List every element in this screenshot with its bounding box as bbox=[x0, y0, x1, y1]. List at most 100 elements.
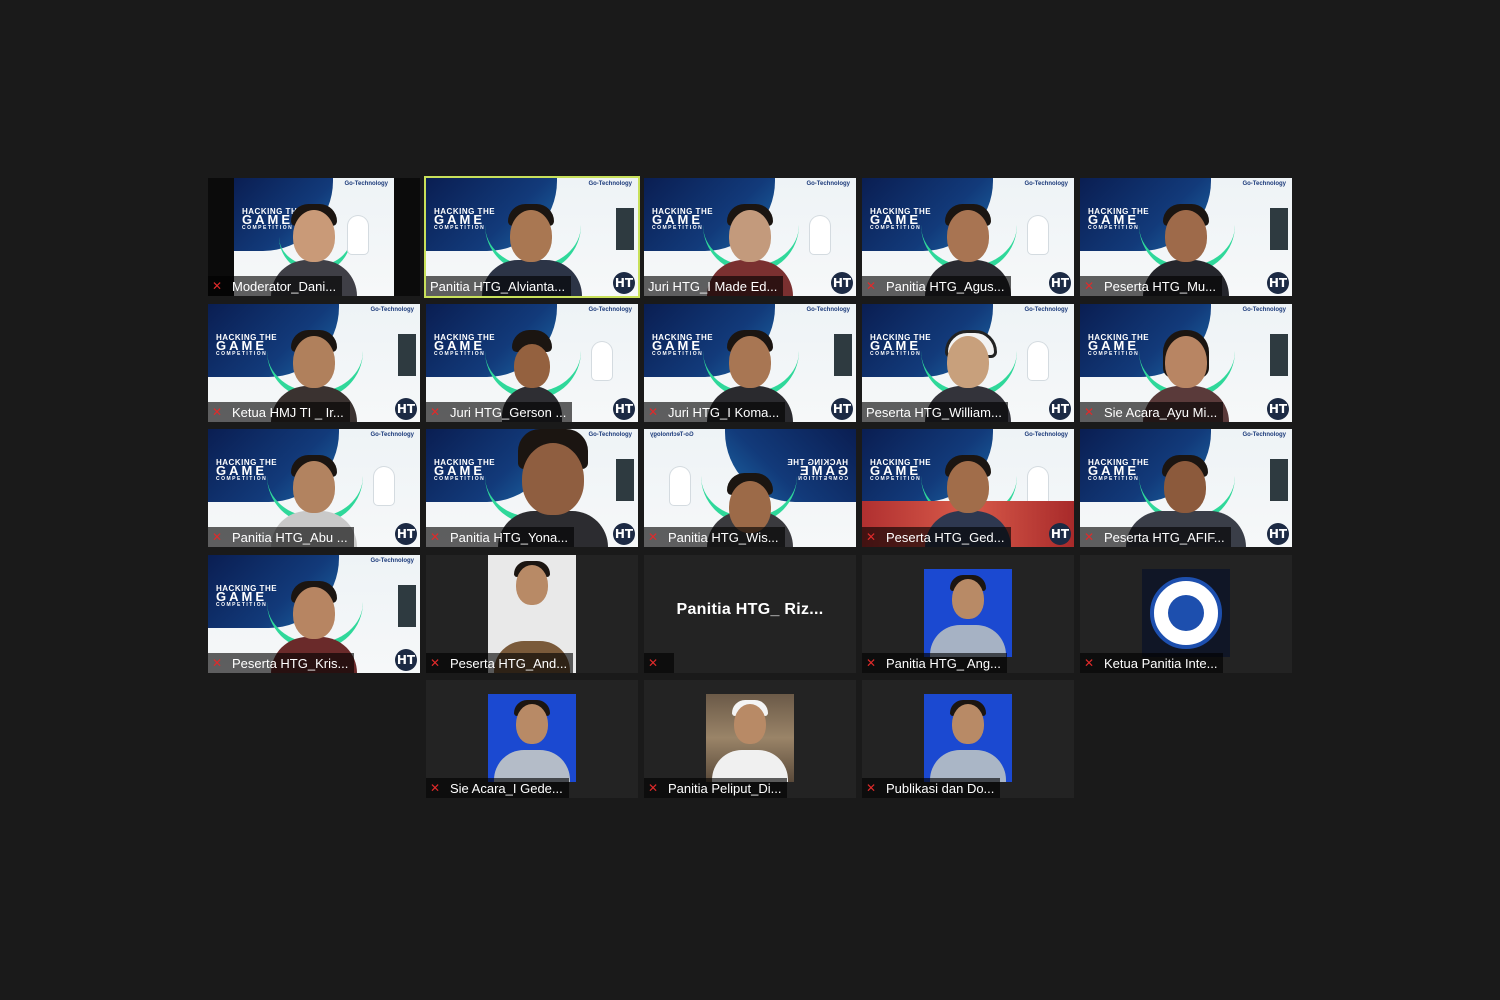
brand-text: Go-Technology bbox=[1024, 432, 1068, 438]
robot-graphic bbox=[670, 467, 690, 505]
participant-name: Publikasi dan Do... bbox=[886, 780, 995, 796]
event-logo: HACKING THE GAME COMPETITION bbox=[870, 334, 931, 358]
video-tile[interactable]: Go-Technology HACKING THE GAME COMPETITI… bbox=[1080, 304, 1292, 422]
ht-logo-icon: HT bbox=[395, 523, 417, 545]
participant-name: Peserta HTG_AFIF... bbox=[1104, 529, 1225, 545]
video-tile[interactable]: Go-Technology HACKING THE GAME COMPETITI… bbox=[426, 429, 638, 547]
brand-text: Go-Technology bbox=[588, 181, 632, 187]
logo-line: GAME bbox=[216, 463, 267, 478]
microphone-muted-icon: ✕ bbox=[866, 530, 877, 544]
video-tile[interactable]: Go-Technology HACKING THE GAME COMPETITI… bbox=[862, 429, 1074, 547]
name-label: ✕ Sie Acara_I Gede... bbox=[426, 778, 569, 798]
name-label: ✕ Peserta HTG_Mu... bbox=[1080, 276, 1222, 296]
participant-name-center: Panitia HTG_ Riz... bbox=[676, 601, 824, 618]
event-logo: HACKING THE GAME COMPETITION bbox=[434, 459, 495, 483]
logo-line: COMPETITION bbox=[1088, 351, 1140, 357]
video-tile[interactable]: Go-Technology HACKING THE GAME COMPETITI… bbox=[208, 429, 420, 547]
microphone-muted-icon: ✕ bbox=[212, 530, 223, 544]
name-label: ✕ Panitia HTG_Wis... bbox=[644, 527, 785, 547]
video-tile[interactable]: ✕ Publikasi dan Do... bbox=[862, 680, 1074, 798]
video-tile[interactable]: Go-Technology HACKING THE GAME COMPETITI… bbox=[644, 178, 856, 296]
profile-photo bbox=[706, 694, 794, 782]
name-label: ✕ Juri HTG_I Koma... bbox=[644, 402, 786, 422]
ht-logo-icon: HT bbox=[395, 398, 417, 420]
microphone-muted-icon: ✕ bbox=[212, 656, 223, 670]
video-tile[interactable]: Go-Technology HACKING THE GAME COMPETITI… bbox=[208, 304, 420, 422]
brand-text: Go-Technology bbox=[1242, 181, 1286, 187]
participant-name: Peserta HTG_Mu... bbox=[1104, 278, 1216, 294]
ht-logo-icon: HT bbox=[1049, 398, 1071, 420]
name-label: ✕ Panitia Peliput_Di... bbox=[644, 778, 788, 798]
event-logo: HACKING THE GAME COMPETITION bbox=[434, 334, 495, 358]
logo-line: GAME bbox=[870, 463, 921, 478]
video-tile[interactable]: Go-Technology HACKING THE GAME COMPETITI… bbox=[208, 178, 420, 296]
microphone-muted-icon: ✕ bbox=[866, 279, 877, 293]
circuit-panel-graphic bbox=[1270, 459, 1288, 501]
microphone-muted-icon: ✕ bbox=[648, 656, 659, 670]
video-tile-camera-off[interactable]: Panitia HTG_ Riz... ✕ bbox=[644, 555, 856, 673]
video-tile[interactable]: Go-Technology HACKING THE GAME COMPETITI… bbox=[1080, 178, 1292, 296]
brand-text: Go-Technology bbox=[370, 307, 414, 313]
logo-line: GAME bbox=[434, 338, 485, 353]
microphone-muted-icon: ✕ bbox=[648, 405, 659, 419]
video-tile[interactable]: ✕ Panitia Peliput_Di... bbox=[644, 680, 856, 798]
robot-graphic bbox=[1028, 216, 1048, 254]
name-label: Peserta HTG_William... bbox=[862, 402, 1008, 422]
logo-line: COMPETITION bbox=[870, 476, 922, 482]
ht-logo-icon: HT bbox=[1267, 523, 1289, 545]
ht-logo-icon: HT bbox=[613, 272, 635, 294]
logo-line: COMPETITION bbox=[796, 476, 848, 482]
video-tile[interactable]: ✕ Sie Acara_I Gede... bbox=[426, 680, 638, 798]
event-logo: HACKING THE GAME COMPETITION bbox=[787, 458, 848, 483]
logo-line: COMPETITION bbox=[652, 351, 704, 357]
logo-line: COMPETITION bbox=[216, 602, 268, 608]
logo-line: COMPETITION bbox=[216, 476, 268, 482]
logo-line: COMPETITION bbox=[870, 225, 922, 231]
logo-line: GAME bbox=[870, 212, 921, 227]
event-logo: HACKING THE GAME COMPETITION bbox=[870, 459, 931, 483]
video-tile[interactable]: Go-Technology HACKING THE GAME COMPETITI… bbox=[862, 178, 1074, 296]
name-label: ✕ Panitia HTG_Abu ... bbox=[208, 527, 354, 547]
brand-text: Go-Technology bbox=[1024, 307, 1068, 313]
brand-text: Go-Technology bbox=[588, 307, 632, 313]
participant-name: Juri HTG_I Koma... bbox=[668, 404, 780, 420]
robot-graphic bbox=[1028, 342, 1048, 380]
participant-name: Panitia Peliput_Di... bbox=[668, 780, 782, 796]
logo-line: COMPETITION bbox=[1088, 225, 1140, 231]
logo-line: GAME bbox=[434, 463, 485, 478]
name-label: ✕ Peserta HTG_AFIF... bbox=[1080, 527, 1231, 547]
ht-logo-icon: HT bbox=[613, 398, 635, 420]
ht-logo-icon: HT bbox=[831, 398, 853, 420]
brand-text: Go-Technology bbox=[370, 432, 414, 438]
name-label: Juri HTG_I Made Ed... bbox=[644, 276, 784, 296]
circuit-panel-graphic bbox=[834, 334, 852, 376]
brand-text: Go-Technology bbox=[344, 181, 388, 187]
logo-line: GAME bbox=[216, 589, 267, 604]
profile-photo bbox=[488, 694, 576, 782]
brand-text: Go-Technology bbox=[806, 307, 850, 313]
video-tile[interactable]: Go-Technology HACKING THE GAME COMPETITI… bbox=[208, 555, 420, 673]
video-tile-active-speaker[interactable]: Go-Technology HACKING THE GAME COMPETITI… bbox=[424, 176, 640, 298]
video-tile[interactable]: Go-Technology HACKING THE GAME COMPETITI… bbox=[644, 304, 856, 422]
logo-line: GAME bbox=[652, 212, 703, 227]
video-tile[interactable]: Go-Technology HACKING THE GAME COMPETITI… bbox=[862, 304, 1074, 422]
video-tile[interactable]: ✕ Peserta HTG_And... bbox=[426, 555, 638, 673]
microphone-muted-icon: ✕ bbox=[648, 530, 659, 544]
video-tile[interactable]: Go-Technology HACKING THE GAME COMPETITI… bbox=[644, 429, 856, 547]
video-tile[interactable]: ✕ Ketua Panitia Inte... bbox=[1080, 555, 1292, 673]
ht-logo-icon: HT bbox=[395, 649, 417, 671]
organization-emblem bbox=[1142, 569, 1230, 657]
circuit-panel-graphic bbox=[1270, 334, 1288, 376]
microphone-muted-icon: ✕ bbox=[648, 781, 659, 795]
video-tile[interactable]: ✕ Panitia HTG_ Ang... bbox=[862, 555, 1074, 673]
brand-text: Go-Technology bbox=[650, 432, 694, 438]
participant-name: Panitia HTG_ Ang... bbox=[886, 655, 1001, 671]
robot-graphic bbox=[374, 467, 394, 505]
ht-logo-icon: HT bbox=[1267, 398, 1289, 420]
circuit-panel-graphic bbox=[398, 334, 416, 376]
microphone-muted-icon: ✕ bbox=[1084, 656, 1095, 670]
logo-line: COMPETITION bbox=[652, 225, 704, 231]
video-tile[interactable]: Go-Technology HACKING THE GAME COMPETITI… bbox=[426, 304, 638, 422]
ht-logo-icon: HT bbox=[613, 523, 635, 545]
video-tile[interactable]: Go-Technology HACKING THE GAME COMPETITI… bbox=[1080, 429, 1292, 547]
